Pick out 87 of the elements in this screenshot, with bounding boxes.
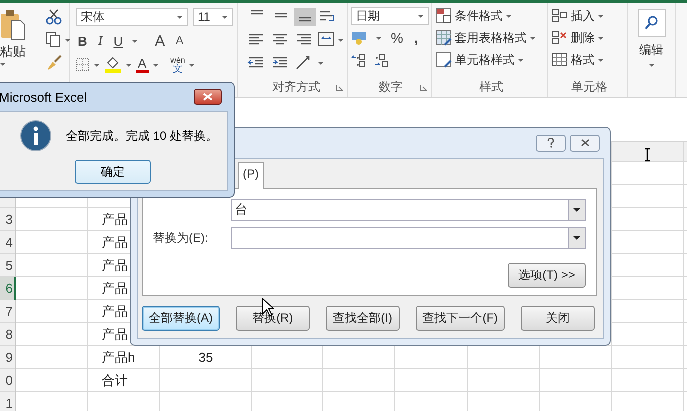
- search-icon: [644, 15, 660, 31]
- merge-cells-icon[interactable]: [318, 31, 336, 49]
- ribbon-command[interactable]: 单元格样式: [436, 51, 547, 69]
- table-cell: 产品: [102, 281, 128, 296]
- row-header[interactable]: 1: [0, 392, 16, 411]
- caret-icon[interactable]: [177, 16, 183, 18]
- dialog-button[interactable]: 查找全部(I): [326, 306, 400, 331]
- shrink-font-button[interactable]: A: [174, 35, 186, 47]
- find-select-button[interactable]: [638, 9, 666, 37]
- row-header[interactable]: 0: [0, 369, 16, 392]
- caret-icon[interactable]: [418, 14, 424, 18]
- close-icon: [580, 139, 590, 147]
- scissors-icon[interactable]: [46, 9, 62, 25]
- decrease-decimal-icon[interactable]: [374, 54, 390, 68]
- table-cell: 产品: [102, 258, 128, 273]
- font-color-button[interactable]: A: [136, 57, 149, 73]
- percent-button[interactable]: %: [389, 30, 406, 46]
- dialog-launcher-icon[interactable]: [420, 84, 428, 92]
- tab[interactable]: (P): [238, 162, 264, 189]
- increase-decimal-icon[interactable]: [351, 54, 367, 68]
- info-icon: [20, 120, 52, 152]
- number-format-field[interactable]: 日期: [351, 7, 429, 25]
- row-header[interactable]: 8: [0, 323, 16, 346]
- group-label: 数字: [379, 78, 403, 96]
- table-format-icon: [436, 30, 452, 46]
- find-field[interactable]: 台: [231, 199, 586, 221]
- ribbon-command[interactable]: 条件格式: [436, 7, 547, 25]
- paste-button[interactable]: 粘贴: [0, 43, 26, 61]
- group-label: 对齐方式: [272, 78, 320, 96]
- fill-color-icon[interactable]: [104, 57, 122, 73]
- dialog-button[interactable]: 全部替换(A): [142, 306, 220, 331]
- ribbon-command[interactable]: 插入: [552, 7, 627, 25]
- message-text: 全部完成。完成 10 处替换。: [66, 128, 218, 144]
- row-header[interactable]: 5: [0, 254, 16, 277]
- table-cell: 合计: [102, 373, 128, 388]
- phonetic-button[interactable]: wén 文: [170, 56, 186, 74]
- border-icon[interactable]: [76, 58, 90, 72]
- close-button[interactable]: [194, 89, 222, 105]
- font-size-field[interactable]: 11: [193, 8, 233, 26]
- table-cell: 产品: [102, 304, 128, 319]
- close-button[interactable]: [570, 134, 600, 152]
- ribbon-command[interactable]: 套用表格格式: [436, 29, 547, 47]
- row-header[interactable]: 3: [0, 208, 16, 231]
- ok-button[interactable]: 确定: [75, 160, 151, 184]
- caret-icon[interactable]: [222, 16, 228, 18]
- row-header[interactable]: 7: [0, 300, 16, 323]
- table-cell: 35: [198, 350, 214, 365]
- window-title: Microsoft Excel: [0, 90, 88, 104]
- table-cell: 产品: [102, 235, 128, 250]
- ribbon-command[interactable]: 格式: [552, 51, 627, 69]
- group-label: 样式: [480, 78, 504, 96]
- table-cell: 产品h: [102, 350, 136, 365]
- field-label: 替换为(E):: [153, 230, 210, 246]
- table-cell: 产品: [102, 327, 128, 342]
- ribbon-command[interactable]: 删除: [552, 29, 627, 47]
- copy-icon[interactable]: [46, 32, 62, 48]
- comma-button[interactable]: ,: [412, 30, 420, 46]
- row-header[interactable]: 6: [0, 277, 16, 300]
- format-cells-icon: [552, 52, 568, 68]
- editing-button[interactable]: 编辑: [640, 42, 664, 59]
- text-cursor-icon: [644, 148, 651, 162]
- caret-icon[interactable]: [573, 236, 581, 240]
- caret-icon[interactable]: [573, 208, 581, 212]
- italic-button[interactable]: I: [96, 33, 105, 49]
- bold-button[interactable]: B: [76, 34, 90, 48]
- cell-style-icon: [436, 52, 452, 68]
- table-cell: 产品: [102, 212, 128, 227]
- conditional-format-icon: [436, 8, 452, 24]
- dialog-launcher-icon[interactable]: [336, 84, 344, 92]
- underline-button[interactable]: U: [112, 34, 126, 48]
- close-icon: [203, 93, 213, 101]
- group-label: 单元格: [572, 78, 608, 96]
- dialog-button[interactable]: 关闭: [520, 306, 595, 331]
- font-name-field[interactable]: 宋体: [76, 8, 188, 26]
- help-button[interactable]: [536, 134, 566, 152]
- row-header[interactable]: 9: [0, 346, 16, 369]
- row-header[interactable]: 4: [0, 231, 16, 254]
- paste-icon[interactable]: [0, 9, 26, 41]
- delete-cells-icon: [552, 30, 568, 46]
- brush-icon[interactable]: [46, 55, 62, 71]
- currency-icon[interactable]: [351, 30, 369, 46]
- help-icon: [547, 138, 555, 148]
- options-button[interactable]: 选项(T) >>: [508, 263, 586, 288]
- insert-cells-icon: [552, 8, 568, 24]
- dialog-button[interactable]: 查找下一个(F): [416, 306, 506, 331]
- grow-font-button[interactable]: A: [153, 32, 168, 50]
- replace-field[interactable]: [231, 227, 586, 249]
